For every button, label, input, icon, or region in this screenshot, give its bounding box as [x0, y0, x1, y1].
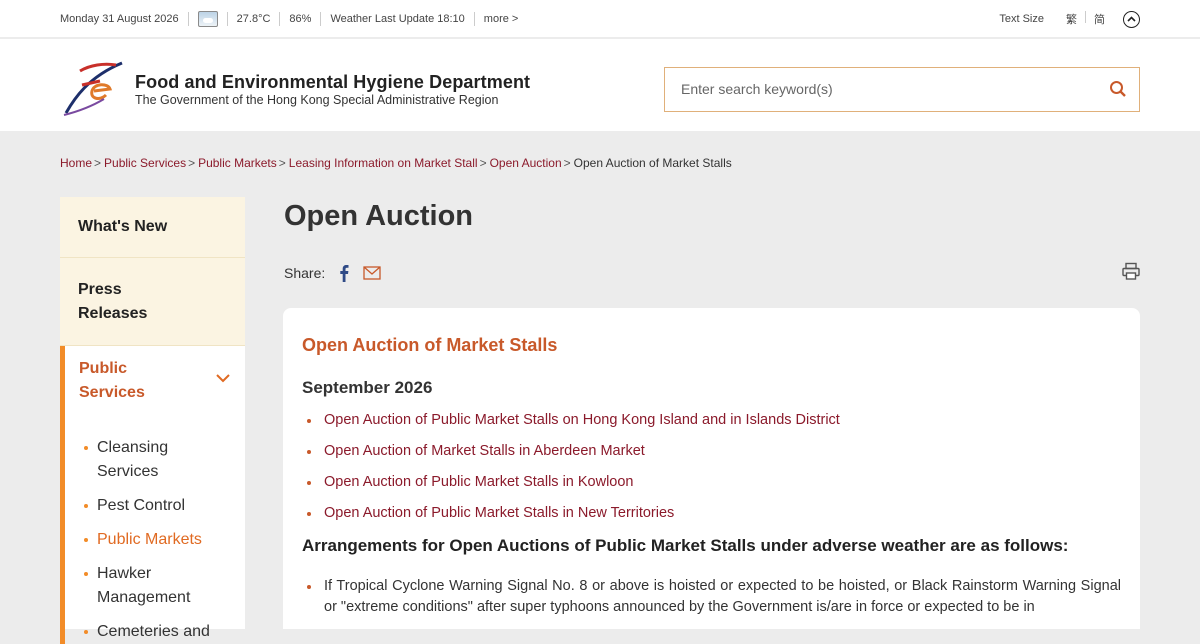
divider [1085, 11, 1086, 23]
text-size-control[interactable]: Text Size [999, 13, 1044, 25]
breadcrumb-public-services[interactable]: Public Services [104, 156, 186, 170]
current-date: Monday 31 August 2026 [60, 13, 179, 25]
bullet [84, 538, 88, 542]
divider [473, 12, 475, 26]
list-item: Open Auction of Public Market Stalls in … [302, 505, 1121, 522]
weather-more-link[interactable]: more > [484, 13, 519, 25]
breadcrumb-leasing-information[interactable]: Leasing Information on Market Stall [289, 156, 478, 170]
breadcrumb-separator: > [563, 156, 571, 170]
breadcrumb: Home > Public Services > Public Markets > L… [60, 156, 732, 170]
lang-traditional-chinese[interactable]: 繁 [1066, 11, 1077, 27]
divider [226, 12, 228, 26]
auction-link-new-territories[interactable]: Open Auction of Public Market Stalls in … [324, 505, 674, 522]
bullet [307, 450, 311, 454]
facebook-icon[interactable] [339, 264, 349, 282]
bullet [84, 630, 88, 634]
auction-link-aberdeen[interactable]: Open Auction of Market Stalls in Aberdee… [324, 443, 645, 460]
breadcrumb-separator: > [278, 156, 286, 170]
month-heading: September 2026 [302, 378, 433, 397]
bullet [307, 481, 311, 485]
top-utility-bar: Monday 31 August 2026 27.8°C 86% Weather… [0, 0, 1200, 38]
humidity: 86% [289, 13, 312, 25]
arrangement-bullet: If Tropical Cyclone Warning Signal No. 8… [302, 576, 1121, 618]
back-to-top-icon[interactable] [1123, 10, 1140, 28]
auction-link-kowloon[interactable]: Open Auction of Public Market Stalls in … [324, 474, 634, 491]
sidebar-sub-list: Cleansing Services Pest Control Public M… [60, 416, 245, 644]
bullet [84, 572, 88, 576]
lang-simplified-chinese[interactable]: 简 [1094, 11, 1105, 27]
sidebar-subitem-cleansing[interactable]: Cleansing Services [79, 436, 245, 484]
breadcrumb-public-markets[interactable]: Public Markets [198, 156, 277, 170]
sidebar-subitem-label: Cemeteries and [97, 623, 210, 640]
divider [279, 12, 281, 26]
content-title: Open Auction of Market Stalls [302, 335, 558, 355]
list-item: Open Auction of Public Market Stalls on … [302, 412, 1121, 429]
sidebar-subitem-hawker[interactable]: Hawker Management [79, 562, 245, 610]
sidebar-subitem-cemeteries[interactable]: Cemeteries and [79, 620, 245, 644]
list-item: Open Auction of Market Stalls in Aberdee… [302, 443, 1121, 460]
content-panel: Open Auction of Market Stalls September … [283, 308, 1140, 629]
divider [187, 12, 189, 26]
sidebar-subitem-label: Hawker Management [97, 565, 191, 606]
sidebar-item-whats-new[interactable]: What's New [60, 197, 245, 258]
cloudy-weather-icon [197, 11, 218, 27]
print-icon[interactable] [1122, 262, 1140, 280]
auction-link-hk-island[interactable]: Open Auction of Public Market Stalls on … [324, 412, 840, 429]
search-box [664, 67, 1140, 112]
bullet [84, 504, 88, 508]
breadcrumb-current-page: Open Auction of Market Stalls [573, 156, 732, 170]
sidebar-item-press-releases[interactable]: Press Releases [60, 258, 245, 346]
bullet [307, 585, 311, 589]
list-item: Open Auction of Public Market Stalls in … [302, 474, 1121, 491]
sidebar-nav: What's New Press Releases Public Service… [60, 197, 245, 644]
arrangements-heading: Arrangements for Open Auctions of Public… [302, 536, 1069, 555]
site-header: Food and Environmental Hygiene Departmen… [0, 39, 1200, 131]
weather-update-time: Weather Last Update 18:10 [330, 13, 465, 25]
sidebar-subitem-pest-control[interactable]: Pest Control [79, 494, 245, 518]
bullet [307, 419, 311, 423]
sidebar-subitem-public-markets[interactable]: Public Markets [79, 528, 245, 552]
breadcrumb-separator: > [479, 156, 487, 170]
chevron-down-icon[interactable] [215, 372, 231, 384]
search-input[interactable] [665, 68, 1085, 110]
fehd-logo-icon[interactable] [60, 55, 130, 117]
page-title: Open Auction [284, 200, 474, 232]
auction-link-list: Open Auction of Public Market Stalls on … [302, 412, 1121, 522]
temperature: 27.8°C [236, 13, 271, 25]
breadcrumb-separator: > [188, 156, 196, 170]
department-name: Food and Environmental Hygiene Departmen… [135, 72, 531, 92]
sidebar-item-label: Public Services [79, 360, 145, 401]
breadcrumb-separator: > [94, 156, 102, 170]
share-bar: Share: [284, 264, 381, 282]
sidebar-item-label: What's New [78, 218, 168, 235]
share-label: Share: [284, 265, 326, 281]
arrangement-text: If Tropical Cyclone Warning Signal No. 8… [324, 578, 1121, 615]
divider [320, 12, 322, 26]
sidebar-subitem-label: Public Markets [97, 531, 202, 548]
breadcrumb-home[interactable]: Home [60, 156, 92, 170]
bullet [84, 446, 88, 450]
email-icon[interactable] [363, 266, 381, 280]
sidebar-subitem-label: Pest Control [97, 497, 186, 514]
breadcrumb-open-auction[interactable]: Open Auction [490, 156, 562, 170]
sidebar-item-label: Press Releases [78, 280, 148, 322]
department-subtitle: The Government of the Hong Kong Special … [135, 93, 499, 107]
search-icon[interactable] [1109, 80, 1127, 98]
bullet [307, 512, 311, 516]
sidebar-item-public-services[interactable]: Public Services [60, 346, 245, 416]
sidebar-subitem-label: Cleansing Services [97, 439, 169, 480]
